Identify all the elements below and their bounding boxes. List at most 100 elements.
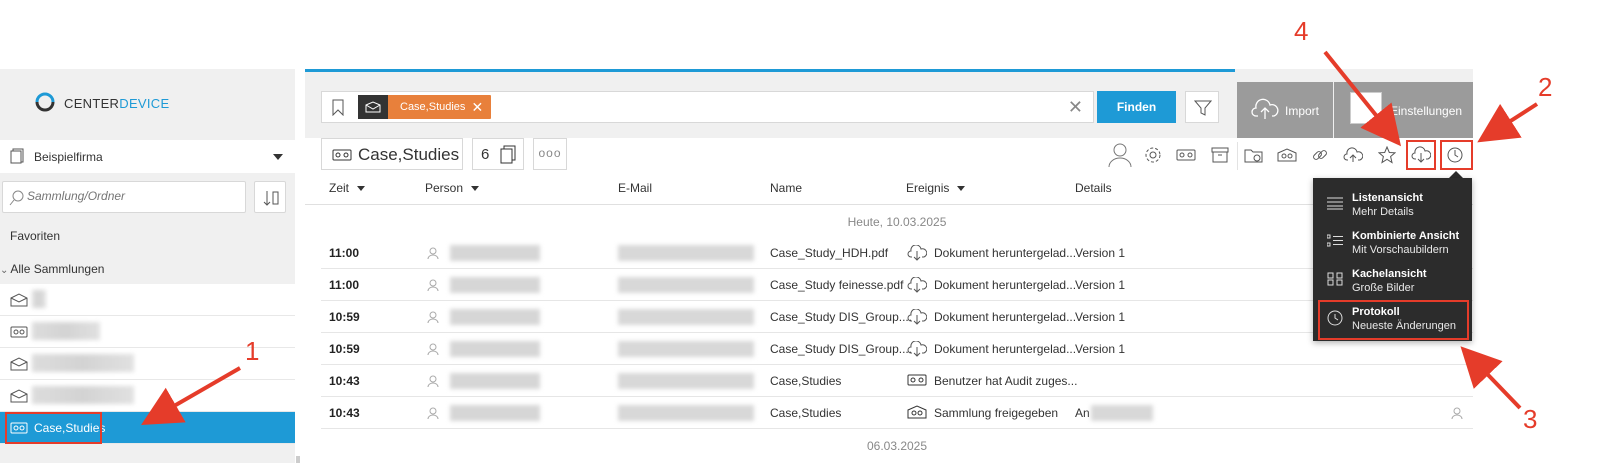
person-icon <box>427 343 439 358</box>
menu-item-title: Listenansicht <box>1352 192 1423 204</box>
row-name: Case,Studies <box>770 406 842 420</box>
menu-item-subtitle: Mit Vorschaubildern <box>1352 244 1449 256</box>
highlight-box <box>5 412 102 444</box>
combined-list-icon <box>1327 234 1343 247</box>
person-redacted <box>450 405 540 421</box>
row-details: An <box>1075 406 1090 420</box>
folder-search[interactable] <box>2 181 246 213</box>
row-details: Version 1 <box>1075 342 1126 356</box>
share-collection-icon <box>10 357 28 371</box>
row-event: Dokument heruntergelad... <box>934 342 1077 356</box>
annotation-number: 4 <box>1294 16 1309 46</box>
cloud-download-icon <box>907 340 928 360</box>
column-header-details[interactable]: Details <box>1075 181 1112 195</box>
table-row[interactable]: 11:00 Case_Study feinesse.pdf Dokument her… <box>321 269 1473 301</box>
day-separator: 06.03.2025 <box>866 439 928 453</box>
collection-icon[interactable] <box>1173 142 1199 168</box>
row-event: Dokument heruntergelad... <box>934 310 1077 324</box>
menu-item-combined-view[interactable]: Kombinierte Ansicht Mit Vorschaubildern <box>1313 224 1472 261</box>
archive-icon[interactable] <box>1207 142 1233 168</box>
settings-button[interactable]: Einstellungen <box>1334 82 1473 138</box>
table-row[interactable]: 10:59 Case_Study DIS_Group.... Dokument he… <box>321 301 1473 333</box>
favorites-label[interactable]: Favoriten <box>10 229 60 243</box>
collection-title: Case,Studies <box>321 138 463 170</box>
row-details: Version 1 <box>1075 310 1126 324</box>
import-label: Import <box>1285 104 1320 118</box>
menu-item-subtitle: Große Bilder <box>1352 282 1415 294</box>
person-icon <box>1451 407 1463 422</box>
gear-icon[interactable] <box>1140 142 1166 168</box>
search-chip[interactable]: Case,Studies ✕ <box>358 95 492 119</box>
link-icon[interactable] <box>1307 142 1333 168</box>
menu-item-list-view[interactable]: Listenansicht Mehr Details <box>1313 186 1472 223</box>
cloud-upload-icon[interactable] <box>1340 142 1366 168</box>
logo: CENTERDEVICE <box>0 69 295 138</box>
share-collection-icon <box>10 389 28 403</box>
company-name: Beispielfirma <box>34 150 103 164</box>
more-button[interactable]: ooo <box>533 138 567 170</box>
details-redacted <box>1091 405 1153 421</box>
all-collections[interactable]: ⌄ Alle Sammlungen <box>0 262 104 276</box>
email-redacted <box>618 405 754 421</box>
column-header-person[interactable]: Person <box>425 181 480 195</box>
person-redacted <box>450 341 540 357</box>
import-button[interactable]: Import <box>1237 82 1333 138</box>
person-icon[interactable] <box>1106 140 1134 170</box>
table-row[interactable]: 10:43 Case,Studies Benutzer hat Audit zuge… <box>321 365 1473 397</box>
list-icon <box>1327 197 1343 210</box>
folder-clock-icon[interactable] <box>1241 142 1267 168</box>
chevron-down-icon <box>273 154 283 160</box>
clear-icon[interactable]: ✕ <box>1068 97 1083 118</box>
row-time: 10:43 <box>329 374 360 388</box>
person-icon <box>427 279 439 294</box>
email-redacted <box>618 277 754 293</box>
highlight-box <box>1318 300 1469 340</box>
column-header-event[interactable]: Ereignis <box>906 181 966 195</box>
row-name: Case_Study DIS_Group.... <box>770 310 913 324</box>
share-collection-icon[interactable] <box>1274 142 1300 168</box>
row-name: Case_Study DIS_Group.... <box>770 342 913 356</box>
menu-item-title: Kombinierte Ansicht <box>1352 230 1460 242</box>
share-collection-icon <box>907 405 927 422</box>
row-time: 10:59 <box>329 342 360 356</box>
sort-button[interactable] <box>254 181 286 213</box>
cloud-download-icon <box>907 244 928 264</box>
row-time: 11:00 <box>329 246 360 260</box>
row-event: Dokument heruntergelad... <box>934 278 1077 292</box>
star-icon[interactable] <box>1374 142 1400 168</box>
document-icon <box>10 148 24 164</box>
person-redacted <box>450 277 540 293</box>
email-redacted <box>618 341 754 357</box>
row-time: 10:43 <box>329 406 360 420</box>
table-row[interactable]: 10:59 Case_Study DIS_Group.... Dokument he… <box>321 333 1473 365</box>
company-selector[interactable]: Beispielfirma <box>0 140 295 173</box>
sidebar-scrollbar[interactable] <box>296 456 300 463</box>
column-header-time[interactable]: Zeit <box>329 181 366 195</box>
search-bar[interactable]: Case,Studies ✕ ✕ <box>321 91 1094 123</box>
table-row[interactable]: 11:00 Case_Study_HDH.pdf Dokument herunter… <box>321 237 1473 269</box>
collection-item[interactable] <box>0 284 295 316</box>
row-event: Benutzer hat Audit zuges... <box>934 374 1078 388</box>
annotation-number: 2 <box>1538 72 1553 102</box>
chip-close-icon[interactable]: ✕ <box>471 99 491 116</box>
highlight-box <box>1406 140 1436 170</box>
folder-search-input[interactable] <box>27 189 237 203</box>
menu-item-tile-view[interactable]: Kachelansicht Große Bilder <box>1313 262 1472 299</box>
row-details: Version 1 <box>1075 278 1126 292</box>
person-redacted <box>450 245 540 261</box>
document-count[interactable]: 6 <box>472 138 524 170</box>
column-header-name[interactable]: Name <box>770 181 802 195</box>
find-button[interactable]: Finden <box>1097 91 1176 123</box>
sidebar: CENTERDEVICE Beispielfirma Favoriten ⌄Al… <box>0 69 295 463</box>
sort-icon <box>263 191 279 206</box>
share-collection-icon <box>10 293 28 307</box>
search-icon <box>9 190 24 206</box>
row-event: Dokument heruntergelad... <box>934 246 1077 260</box>
column-header-email[interactable]: E-Mail <box>618 181 652 195</box>
collection-icon <box>907 373 927 390</box>
row-name: Case,Studies <box>770 374 842 388</box>
table-row[interactable]: 10:43 Case,Studies Sammlung freigegeben An <box>321 397 1473 429</box>
collection-item[interactable] <box>0 380 295 412</box>
chevron-down-icon: ⌄ <box>0 265 9 276</box>
filter-button[interactable] <box>1185 91 1219 123</box>
